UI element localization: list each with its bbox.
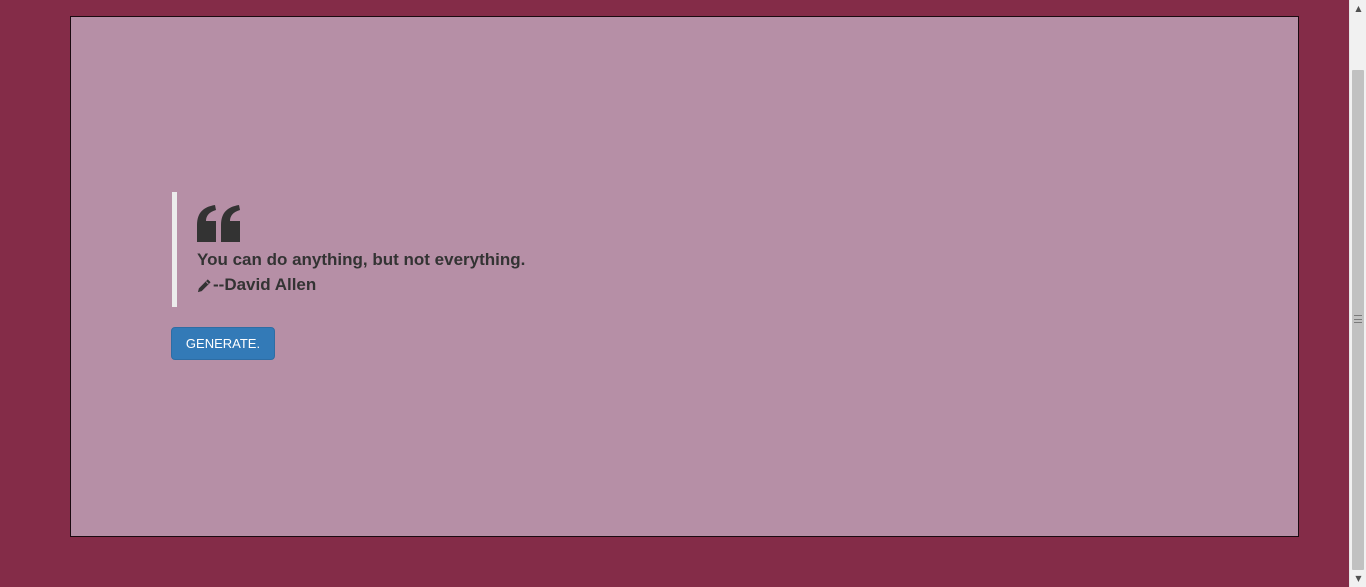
generate-button[interactable]: GENERATE. [171,327,275,360]
left-quote-icon [197,205,240,242]
vertical-scrollbar[interactable]: ▲ ▼ [1349,0,1366,587]
scroll-up-arrow[interactable]: ▲ [1350,0,1366,17]
quote-text: You can do anything, but not everything. [197,250,526,269]
page-viewport: You can do anything, but not everything.… [0,0,1349,587]
author-name: --David Allen [213,275,317,294]
thumb-grip-icon [1354,315,1362,323]
quote-author: --David Allen [197,275,316,295]
scroll-down-arrow[interactable]: ▼ [1350,570,1366,587]
scroll-thumb[interactable] [1352,70,1364,570]
blockquote: You can do anything, but not everything.… [172,192,772,307]
pencil-icon [197,278,211,292]
quote-panel: You can do anything, but not everything.… [70,16,1299,537]
